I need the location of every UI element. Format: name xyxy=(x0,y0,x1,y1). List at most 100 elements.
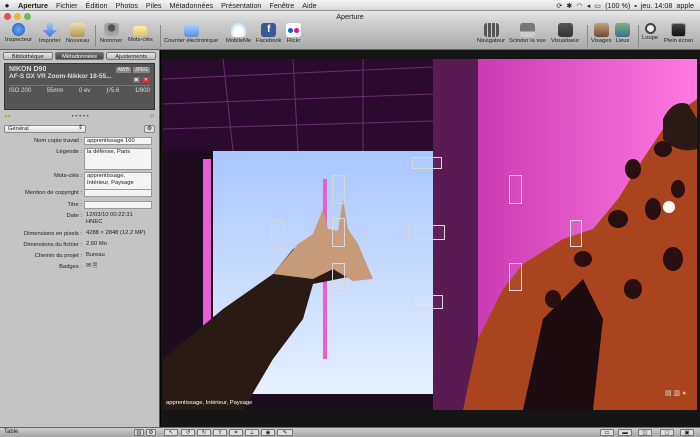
flag-icon[interactable]: ⚐ xyxy=(150,113,155,120)
mail-icon xyxy=(183,23,199,37)
magnifier-icon xyxy=(644,23,656,34)
email-button[interactable]: Courrier électronique xyxy=(164,23,218,44)
name-faces-button[interactable]: Nommer xyxy=(100,23,122,44)
tab-library[interactable]: Bibliothèque xyxy=(3,52,53,60)
focal-length: 55mm xyxy=(46,88,64,94)
gear-icon[interactable]: ⚙ xyxy=(144,125,155,133)
lift-tool-icon[interactable]: ⇪ xyxy=(213,429,227,436)
person-icon xyxy=(103,23,119,37)
copyright-field[interactable] xyxy=(84,189,152,197)
caption-label: Légende : xyxy=(56,149,82,155)
new-button[interactable]: Nouveau xyxy=(66,23,89,44)
date-label: Date : xyxy=(66,213,82,219)
grid-icon xyxy=(483,23,499,37)
wifi-icon[interactable]: ◠ xyxy=(576,1,582,10)
format-badge: JPEG xyxy=(132,67,150,73)
battery-icon[interactable]: ▭ xyxy=(594,1,601,10)
camera-icon: ◙ xyxy=(132,77,140,83)
fullscreen-button[interactable]: Plein écran xyxy=(664,23,693,44)
mobileme-button[interactable]: MobileMe xyxy=(226,23,251,44)
camera-info: NIKON D90 AF-S DX VR Zoom-Nikkor 18-55..… xyxy=(4,63,155,110)
facebook-icon: f xyxy=(261,23,277,37)
af-point xyxy=(332,218,345,247)
pixel-size-label: Dimensions en pixels : xyxy=(24,231,82,237)
af-point xyxy=(412,157,442,169)
inspector-panel: Bibliothèque Métadonnées Ajustements NIK… xyxy=(0,50,160,427)
facebook-button[interactable]: f Facebook xyxy=(256,23,281,44)
viewer-icon xyxy=(557,23,573,37)
sync-icon[interactable]: ⟳ xyxy=(556,1,562,10)
info-icon xyxy=(12,23,26,36)
menu-photos[interactable]: Photos xyxy=(112,1,142,10)
menu-aperture[interactable]: Aperture xyxy=(14,1,52,10)
import-icon xyxy=(42,23,58,37)
filmstrip-icon[interactable]: ▬ xyxy=(618,429,632,436)
zoom-window-icon[interactable] xyxy=(24,13,31,20)
faces-icon xyxy=(593,23,609,37)
title-field[interactable] xyxy=(84,201,152,209)
menu-presentation[interactable]: Présentation xyxy=(217,1,265,10)
import-button[interactable]: Importer xyxy=(39,23,61,44)
title-label: Titre : xyxy=(67,202,82,208)
table-label: Table xyxy=(4,429,19,435)
label-color-icon[interactable]: ●▾ xyxy=(4,113,11,120)
pixel-size-value: 4288 × 2848 (12,2 MP) xyxy=(86,230,146,236)
menu-fenetre[interactable]: Fenêtre xyxy=(265,1,298,10)
aperture-value: ƒ/5.6 xyxy=(105,88,120,94)
tag-icon xyxy=(133,26,148,36)
fit-view-icon[interactable]: ◫ xyxy=(638,429,652,436)
af-point xyxy=(509,263,522,291)
rating-row: ●▾ • • • • • ⚐ xyxy=(4,112,155,121)
flickr-button[interactable]: Flickr xyxy=(286,23,301,44)
split-view-button[interactable]: Scinder la vue xyxy=(509,23,546,44)
browser-button[interactable]: Navigateur xyxy=(477,23,505,44)
bluetooth-icon[interactable]: ✱ xyxy=(566,1,572,10)
select-tool-icon[interactable]: ↖ xyxy=(164,429,178,436)
badges-icons: ✉ 🗎 xyxy=(86,263,98,269)
tab-metadata[interactable]: Métadonnées xyxy=(54,52,105,60)
inspector-button[interactable]: Inspecteur xyxy=(5,23,32,43)
places-button[interactable]: Lieux xyxy=(615,23,630,44)
metadata-preset-select[interactable]: Général xyxy=(4,125,86,133)
view-mode-icon[interactable]: ▭ xyxy=(600,429,614,436)
menu-metadonnees[interactable]: Métadonnées xyxy=(166,1,218,10)
menu-fichier[interactable]: Fichier xyxy=(52,1,82,10)
menu-aide[interactable]: Aide xyxy=(298,1,320,10)
menu-bar: ● Aperture Fichier Édition Photos Piles … xyxy=(0,0,700,11)
project-path-value: Bureau xyxy=(86,252,105,258)
apple-menu-icon[interactable]: ● xyxy=(0,1,14,10)
red-eye-tool-icon[interactable]: ◉ xyxy=(261,429,275,436)
af-point xyxy=(332,175,345,204)
caption-field[interactable]: la défense, Paris xyxy=(84,148,152,170)
af-point xyxy=(332,263,345,291)
menu-edition[interactable]: Édition xyxy=(82,1,112,10)
settings-icon[interactable]: ⚙ xyxy=(146,429,156,436)
brush-tool-icon[interactable]: ✎ xyxy=(277,429,293,436)
loupe-button[interactable]: Loupe xyxy=(642,23,658,41)
volume-icon[interactable]: ◂ xyxy=(587,1,591,10)
file-size-value: 2,60 Mo xyxy=(86,241,107,247)
awb-badge: AWB xyxy=(115,67,131,73)
crop-tool-icon[interactable]: ⌗ xyxy=(229,429,243,436)
version-name-field[interactable]: apprentissage 160 xyxy=(84,137,152,145)
menu-piles[interactable]: Piles xyxy=(142,1,166,10)
flag-icon[interactable]: ▪ xyxy=(634,1,637,10)
viewer-button[interactable]: Visualiseur xyxy=(551,23,579,44)
straighten-tool-icon[interactable]: ⟂ xyxy=(245,429,259,436)
clock[interactable]: jeu. 14:08 xyxy=(641,1,673,10)
multi-view-icon[interactable]: ▣ xyxy=(680,429,694,436)
rating-stars[interactable]: • • • • • xyxy=(72,114,89,120)
badge-overlay-icons: ▤ ▥ ● xyxy=(665,390,687,397)
close-window-icon[interactable] xyxy=(4,13,11,20)
rotate-left-icon[interactable]: ↺ xyxy=(181,429,195,436)
library-toggle-icon[interactable]: ▥ xyxy=(134,429,144,436)
keywords-button[interactable]: Mots-clés xyxy=(128,23,153,43)
cloud-icon xyxy=(231,23,247,37)
faces-button[interactable]: Visages xyxy=(591,23,612,44)
rotate-right-icon[interactable]: ↻ xyxy=(197,429,211,436)
single-view-icon[interactable]: ▢ xyxy=(660,429,674,436)
copyright-label: Mention de copyright : xyxy=(24,190,82,196)
tab-adjustments[interactable]: Ajustements xyxy=(106,52,157,60)
user-name[interactable]: apple xyxy=(676,1,694,10)
minimize-window-icon[interactable] xyxy=(14,13,21,20)
